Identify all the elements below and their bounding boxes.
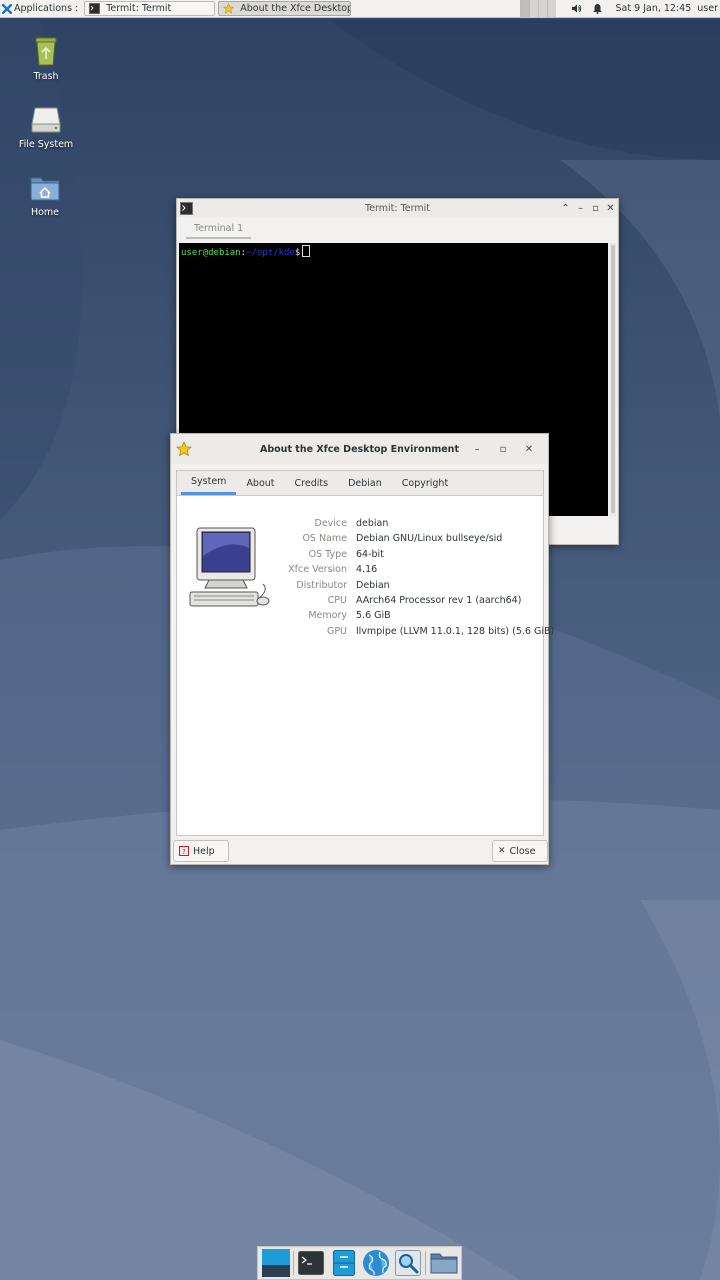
file-manager-icon <box>332 1250 355 1276</box>
show-desktop-button[interactable] <box>261 1248 290 1278</box>
close-icon: ✕ <box>498 846 506 856</box>
info-key: GPU <box>326 625 347 637</box>
close-label: Close <box>509 845 536 857</box>
tab-terminal-1[interactable]: Terminal 1 <box>186 219 252 239</box>
tab-about[interactable]: About <box>236 471 284 495</box>
info-key: OS Name <box>302 533 347 545</box>
terminal-icon <box>298 1251 325 1275</box>
info-value: llvmpipe (LLVM 11.0.1, 128 bits) (5.6 Gi… <box>356 625 555 637</box>
desktop-icon-trash[interactable]: Trash <box>11 34 81 82</box>
tab-label: Terminal 1 <box>194 222 244 234</box>
xfce-logo-icon <box>2 3 12 14</box>
terminal-icon <box>180 201 193 215</box>
info-key: Distributor <box>296 579 347 591</box>
top-panel: Applications : Termit: Termit About the … <box>0 0 720 18</box>
info-key: CPU <box>327 595 347 606</box>
web-browser-icon <box>362 1250 389 1276</box>
info-key: Xfce Version <box>288 564 347 576</box>
volume-icon[interactable] <box>571 3 582 14</box>
info-value: Debian <box>356 579 390 591</box>
taskbar-label: Termit: Termit <box>106 3 172 14</box>
dock-app-finder-launcher[interactable] <box>393 1248 422 1278</box>
trash-icon <box>35 37 57 66</box>
clock[interactable]: Sat 9 Jan, 12:45 <box>616 3 692 14</box>
about-notebook: System About Credits Debian Copyright De… <box>176 470 554 836</box>
star-icon <box>176 441 192 457</box>
taskbar-button-termit[interactable]: Termit: Termit <box>84 1 216 16</box>
info-value: 5.6 GiB <box>356 610 391 622</box>
desktop-icon-label: File System <box>18 139 74 150</box>
termit-titlebar[interactable]: Termit: Termit ⌃ – ▫ ✕ <box>177 199 618 217</box>
prompt-path: ~/opt/kde <box>246 248 295 258</box>
applications-separator: : <box>75 3 79 14</box>
tab-system[interactable]: System <box>181 471 237 495</box>
app-finder-icon <box>394 1250 421 1276</box>
help-icon: ? <box>179 846 189 856</box>
minimize-button[interactable]: – <box>464 442 490 457</box>
system-tray: Sat 9 Jan, 12:45 user <box>519 0 720 17</box>
info-key: Memory <box>308 610 347 622</box>
terminal-icon <box>89 3 101 14</box>
help-label: Help <box>193 845 215 857</box>
terminal-tab-bar: Terminal 1 <box>177 217 618 241</box>
rollup-button[interactable]: ⌃ <box>558 201 573 216</box>
desktop-icon-label: Trash <box>33 71 59 82</box>
prompt-user: user <box>181 248 203 258</box>
applications-menu-button[interactable]: Applications : <box>0 0 81 17</box>
info-value: AArch64 Processor rev 1 (aarch64) <box>356 595 522 606</box>
dock-separator <box>293 1251 294 1275</box>
taskbar-button-about-xfce[interactable]: About the Xfce Desktop... <box>218 1 352 16</box>
taskbar-label: About the Xfce Desktop... <box>240 3 352 14</box>
info-value: 64-bit <box>356 548 384 560</box>
scrollbar-thumb[interactable] <box>611 245 615 513</box>
tab-bar: System About Credits Debian Copyright <box>177 471 543 496</box>
info-value: 4.16 <box>356 564 378 576</box>
desktop-icon-home[interactable]: Home <box>10 172 80 218</box>
terminal-scrollbar[interactable] <box>610 243 616 516</box>
home-folder-icon <box>30 177 60 201</box>
about-xfce-dialog: About the Xfce Desktop Environment – ▫ ✕… <box>170 433 554 865</box>
desktop-icon-label: Home <box>30 207 60 218</box>
close-button[interactable]: ✕ <box>516 442 542 457</box>
user-menu[interactable]: user <box>697 3 718 14</box>
notification-bell-icon[interactable] <box>592 3 603 14</box>
prompt-host: @debian <box>202 248 241 258</box>
close-button[interactable]: ✕ <box>603 201 618 216</box>
maximize-button[interactable]: ▫ <box>588 201 603 216</box>
system-tab-content: Device debian OS Name Debian GNU/Linux bull… <box>177 496 554 835</box>
minimize-button[interactable]: – <box>573 201 588 216</box>
shell-prompt: user@debian:~/opt/kde$ <box>181 245 311 258</box>
star-icon <box>223 3 235 14</box>
desktop-icon-file-system[interactable]: File System <box>11 104 81 150</box>
show-desktop-icon <box>261 1249 290 1277</box>
dock-file-manager-launcher[interactable] <box>329 1248 358 1278</box>
cpu-graph <box>519 0 556 17</box>
tab-copyright[interactable]: Copyright <box>392 471 458 495</box>
info-key: OS Type <box>308 548 347 560</box>
close-dialog-button[interactable]: ✕ Close <box>492 840 548 862</box>
prompt-dollar: $ <box>294 248 301 258</box>
text-cursor <box>302 245 311 257</box>
about-titlebar[interactable]: About the Xfce Desktop Environment – ▫ ✕ <box>171 434 548 464</box>
dock-separator <box>425 1251 427 1275</box>
maximize-button[interactable]: ▫ <box>490 442 516 457</box>
help-button[interactable]: ? Help <box>173 840 229 862</box>
info-value: Debian GNU/Linux bullseye/sid <box>356 533 503 545</box>
dock-terminal-launcher[interactable] <box>297 1248 326 1278</box>
bottom-dock <box>257 1246 462 1280</box>
dock-web-browser-launcher[interactable] <box>361 1248 390 1278</box>
info-value: debian <box>356 518 389 529</box>
svg-text:?: ? <box>182 848 186 856</box>
folder-icon <box>430 1253 458 1274</box>
applications-label: Applications <box>14 3 73 14</box>
window-title: Termit: Termit <box>364 202 430 214</box>
tab-debian[interactable]: Debian <box>338 471 392 495</box>
drive-icon <box>31 107 61 133</box>
tab-credits[interactable]: Credits <box>285 471 339 495</box>
info-key: Device <box>314 518 348 529</box>
dock-folder-launcher[interactable] <box>429 1248 458 1278</box>
